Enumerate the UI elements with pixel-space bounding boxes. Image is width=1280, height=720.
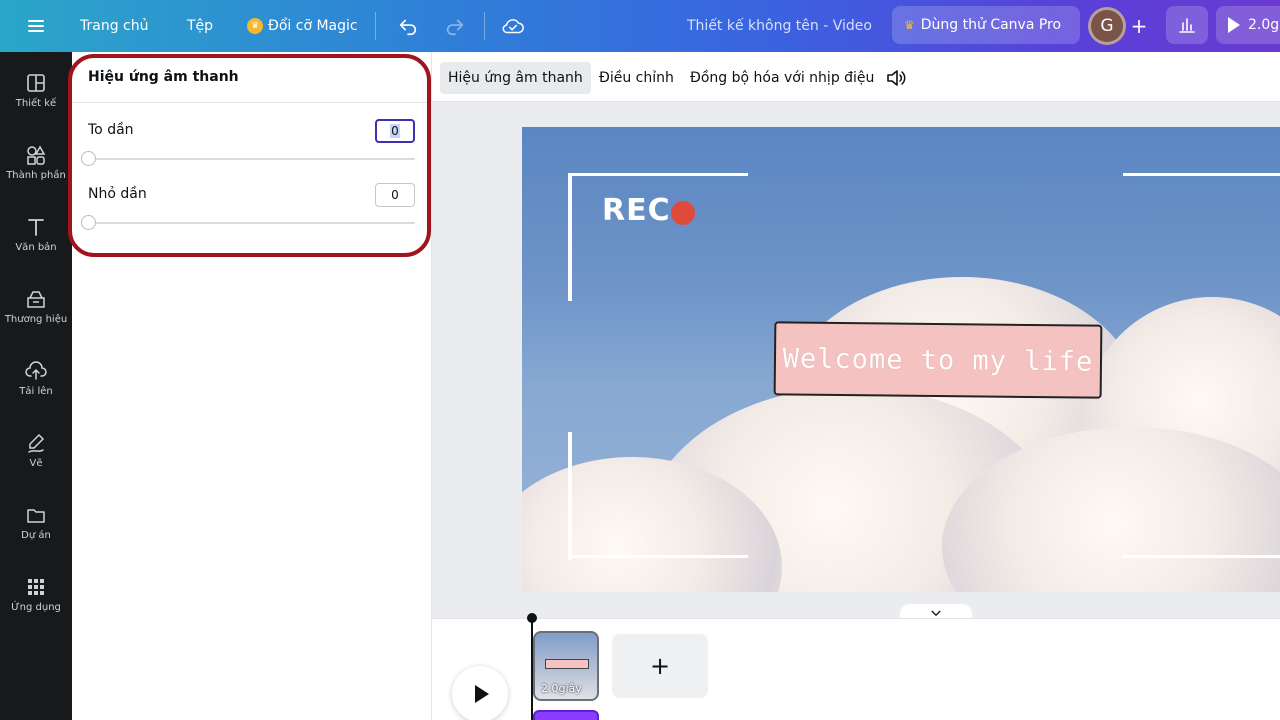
divider	[72, 102, 432, 103]
fade-out-input[interactable]: 0	[375, 183, 415, 207]
speaker-icon[interactable]	[884, 66, 908, 90]
crown-icon: ♛	[904, 18, 915, 32]
upload-icon	[25, 361, 47, 380]
sidebar-item-label: Tải lên	[19, 386, 53, 397]
sidebar-item-label: Thương hiệu	[4, 314, 68, 325]
fade-out-slider-thumb[interactable]	[81, 215, 96, 230]
sidebar-item-apps[interactable]: Ứng dụng	[0, 576, 72, 636]
sidebar-item-design[interactable]: Thiết kế	[0, 72, 72, 132]
magic-resize-label: Đổi cỡ Magic	[268, 18, 358, 34]
viewfinder-corner	[568, 173, 748, 176]
left-rail: Thiết kế Thành phần Văn bản Thương hiệu …	[0, 52, 72, 720]
sidebar-item-label: Văn bản	[15, 242, 57, 253]
viewfinder-corner	[1123, 173, 1280, 176]
layout-icon	[27, 74, 45, 92]
beat-sync-button[interactable]: Đồng bộ hóa với nhịp điệu	[682, 62, 882, 94]
clip-thumbnail	[545, 659, 589, 669]
document-title[interactable]: Thiết kế không tên - Video	[687, 0, 872, 52]
sidebar-item-label: Ứng dụng	[11, 602, 61, 613]
fade-in-input[interactable]: 0	[375, 119, 415, 143]
welcome-banner[interactable]: Welcome to my life	[773, 321, 1103, 399]
home-link[interactable]: Trang chủ	[80, 0, 148, 52]
video-canvas[interactable]: REC Welcome to my life	[522, 127, 1280, 592]
viewfinder-corner	[568, 555, 748, 558]
timeline-play-button[interactable]	[452, 666, 508, 720]
add-collaborator-icon[interactable]: +	[1130, 0, 1148, 52]
play-icon	[1228, 17, 1240, 33]
avatar[interactable]: G	[1088, 7, 1126, 45]
context-toolbar: Hiệu ứng âm thanh Điều chỉnh Đồng bộ hóa…	[432, 52, 1280, 102]
playhead-handle[interactable]	[527, 613, 537, 623]
top-bar: Trang chủ Tệp ♛ Đổi cỡ Magic Thiết kế kh…	[0, 0, 1280, 52]
play-icon	[475, 685, 489, 703]
sidebar-item-elements[interactable]: Thành phần	[0, 144, 72, 204]
add-page-button[interactable]: +	[612, 634, 708, 698]
divider	[375, 12, 376, 40]
bar-chart-icon	[1179, 18, 1195, 33]
playhead[interactable]	[531, 618, 533, 720]
video-clip[interactable]: 2.0giây	[533, 631, 599, 701]
fade-out-label: Nhỏ dần	[88, 186, 147, 202]
text-icon	[28, 219, 44, 236]
fade-in-value: 0	[390, 124, 400, 138]
sidebar-item-draw[interactable]: Vẽ	[0, 432, 72, 492]
try-pro-label: Dùng thử Canva Pro	[920, 17, 1062, 33]
audio-track[interactable]	[533, 710, 599, 720]
sidebar-item-text[interactable]: Văn bản	[0, 216, 72, 276]
rec-label: REC	[602, 193, 671, 228]
fade-out-slider[interactable]	[88, 222, 415, 224]
crown-icon: ♛	[247, 18, 263, 34]
present-play-button[interactable]: 2.0g	[1216, 6, 1280, 44]
sidebar-item-label: Thiết kế	[15, 98, 57, 109]
clip-duration: 2.0giây	[541, 682, 582, 695]
sidebar-item-projects[interactable]: Dự án	[0, 504, 72, 564]
audio-effects-panel: Hiệu ứng âm thanh To dần 0 Nhỏ dần 0	[72, 52, 432, 720]
viewfinder-corner	[1123, 555, 1280, 558]
fade-in-slider-thumb[interactable]	[81, 151, 96, 166]
draw-icon	[28, 433, 45, 453]
sidebar-item-label: Thành phần	[6, 170, 66, 181]
cloud-save-icon[interactable]	[500, 0, 526, 52]
viewfinder-corner	[568, 173, 572, 301]
chevron-down-icon	[931, 610, 941, 616]
fade-out-value: 0	[391, 188, 399, 202]
play-duration: 2.0g	[1248, 17, 1280, 33]
divider	[484, 12, 485, 40]
folder-icon	[27, 509, 45, 523]
magic-resize-button[interactable]: ♛ Đổi cỡ Magic	[247, 0, 358, 52]
redo-icon[interactable]	[443, 0, 467, 52]
shapes-icon	[27, 145, 46, 165]
panel-title: Hiệu ứng âm thanh	[88, 69, 239, 85]
brand-icon	[27, 291, 45, 308]
sidebar-item-label: Dự án	[21, 530, 51, 541]
sidebar-item-uploads[interactable]: Tải lên	[0, 360, 72, 420]
viewfinder-corner	[568, 432, 572, 560]
fade-in-label: To dần	[88, 122, 134, 138]
try-pro-button[interactable]: ♛ Dùng thử Canva Pro	[892, 6, 1080, 44]
adjust-button[interactable]: Điều chỉnh	[591, 62, 682, 94]
apps-icon	[28, 579, 44, 595]
fade-in-slider[interactable]	[88, 158, 415, 160]
sidebar-item-brand[interactable]: Thương hiệu	[0, 288, 72, 348]
insights-button[interactable]	[1166, 6, 1208, 44]
menu-icon[interactable]	[24, 0, 48, 52]
audio-effects-button[interactable]: Hiệu ứng âm thanh	[440, 62, 591, 94]
rec-dot-icon	[671, 201, 695, 225]
file-menu[interactable]: Tệp	[187, 0, 213, 52]
undo-icon[interactable]	[396, 0, 420, 52]
sidebar-item-label: Vẽ	[29, 458, 43, 469]
